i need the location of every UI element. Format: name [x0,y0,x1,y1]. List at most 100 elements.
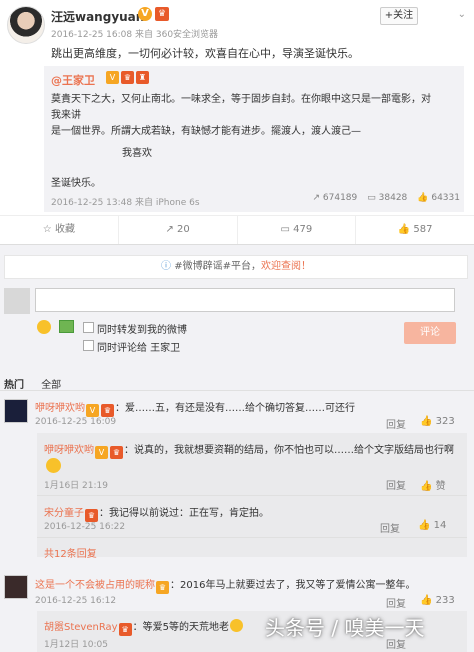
forward-button[interactable]: ↗ 20 [119,216,238,244]
repost-stats: ↗ 674189 ▭ 38428 👍 64331 [313,193,461,203]
comment-like-button[interactable]: 👍 323 [420,416,455,427]
divider [37,495,467,496]
comment-to-checkbox[interactable] [83,340,94,351]
like-button[interactable]: 👍 587 [356,216,474,244]
repost-line: 莫貴天下之大，又何止南北。一味求全，等于固步自封。在你眼中这只是一部電影，对我来… [51,94,431,121]
comment-like-button[interactable]: 👍 233 [420,595,455,606]
submit-comment-button[interactable]: 评论 [404,322,456,344]
comment-text: 咿呀咿欢哟 V ♛ ：爱……五，有还是没有……给个确切答复……可还行 [35,399,355,417]
like-icon: 👍 [417,193,432,203]
reply-text: 宋分童子 ♛ ：我记得以前说过：正在写，肯定拍。 [44,504,269,522]
repost-badges: V ♛ ♜ [106,71,151,84]
reply-button[interactable]: 回复 [386,595,406,610]
comment-text: 这是一个不会被占用的昵称 ♛ ：2016年马上就要过去了，我又等了爱情公寓一整年。 [35,576,415,594]
comment-time: 2016-12-25 16:12 [35,596,117,606]
reply-like-button[interactable]: 👍 14 [418,520,446,531]
emoji-icon[interactable] [37,320,51,334]
repost-like-count[interactable]: 👍 64331 [417,193,460,203]
repost-time[interactable]: 2016-12-25 13:48 [51,198,132,208]
source-prefix: 来自 [134,198,153,208]
comment-tabs: 热门 全部 [4,376,61,391]
repost-forward-count[interactable]: ↗ 674189 [313,193,358,203]
repost-checkbox[interactable] [83,322,94,333]
like-count: 64331 [431,193,460,203]
repost-author[interactable]: @王家卫 [51,72,95,88]
replier-name[interactable]: 宋分童子 [44,508,84,519]
favorite-button[interactable]: ☆ 收藏 [0,216,119,244]
chevron-down-icon[interactable]: ⌄ [458,9,466,20]
repost-line: 是一個世界。所謂大成若缺，有缺憾才能有进步。擺渡人，渡人渡己— [51,126,361,137]
reply-body: ：我记得以前说过：正在写，肯定拍。 [99,508,269,519]
commenter-name[interactable]: 这是一个不会被占用的昵称 [35,580,155,591]
comment-count: 38428 [378,193,408,203]
member-icon: ♛ [118,623,132,636]
like-icon: 👍 [418,520,434,531]
badge-icon: ♛ [156,581,169,594]
info-icon: ⓘ [161,261,175,272]
divider [37,537,467,538]
repost-line: 圣诞快乐。 [51,178,101,189]
follow-button[interactable]: +关注 [380,7,418,25]
post-time[interactable]: 2016-12-25 16:08 [51,30,132,40]
comment-icon: ▭ [367,193,379,203]
comment-body: ：2016年马上就要过去了，我又等了爱情公寓一整年。 [170,580,416,591]
reply-time: 1月16日 21:19 [44,481,108,491]
source-prefix: 来自 [134,30,153,40]
repost-source: iPhone 6s [155,198,200,208]
reply-text: 胡嚣StevenRay ♛ ：等爱5等的天荒地老 [44,618,244,636]
action-bar: ☆ 收藏 ↗ 20 ▭ 479 👍 587 [0,215,474,245]
like-icon: 👍 [420,481,436,492]
reply-body: ：说真的，我就想要资鞘的结局，你不怕也可以……给个文字版结局也行啊 [124,445,454,456]
comment-to-label: 同时评论给 王家卫 [97,343,181,354]
my-avatar [4,288,30,314]
weibo-post-card: 汪远wangyuan V ♛ +关注 ⌄ 2016-12-25 16:08 来自… [0,0,474,652]
reply-time: 2016-12-25 16:22 [44,522,126,532]
commenter-avatar[interactable] [4,399,28,423]
commenter-name[interactable]: 咿呀咿欢哟 [35,403,85,414]
author-avatar[interactable] [7,6,45,44]
badge-icon: V [86,404,99,417]
crown-icon: ♛ [155,7,169,21]
comment-panel: ⓘ #微博辟谣#平台，欢迎查阅！ 同时转发到我的微博 同时评论给 王家卫 评论 … [0,245,474,652]
notice-link[interactable]: 欢迎查阅！ [261,261,311,272]
member-icon: ♛ [110,446,123,459]
reply-like-button[interactable]: 👍 赞 [420,477,446,492]
comment-body: ：爱……五，有还是没有……给个确切答复……可还行 [115,403,355,414]
commenter-avatar[interactable] [4,575,28,599]
like-icon: 👍 [420,416,436,427]
reply-button[interactable]: 回复 [380,520,400,535]
image-icon[interactable] [59,320,74,333]
reply-button[interactable]: 回复 [386,416,406,431]
comment-time: 2016-12-25 16:09 [35,417,117,427]
reply-body: ：等爱5等的天荒地老 [132,622,229,633]
reply-time: 1月12日 10:05 [44,640,108,650]
author-name[interactable]: 汪远wangyuan [51,8,144,25]
comment-input[interactable] [35,288,455,312]
replier-name[interactable]: 咿呀咿欢哟 [44,445,94,456]
repost-text: 莫貴天下之大，又何止南北。一味求全，等于固步自封。在你眼中这只是一部電影，对我来… [51,92,431,140]
member-icon: ♛ [101,404,114,417]
repost-line: 我喜欢 [122,148,152,159]
crown-icon: ♜ [136,71,149,84]
emoji-icon [229,619,243,632]
member-icon: ♛ [85,509,98,522]
comment-button[interactable]: ▭ 479 [238,216,357,244]
member-icon: ♛ [121,71,134,84]
reposted-content: @王家卫 V ♛ ♜ 莫貴天下之大，又何止南北。一味求全，等于固步自封。在你眼中这只… [44,66,464,212]
like-count: 233 [435,595,455,606]
post-text: 跳出更高维度，一切何必计较，欢喜自在心中，导演圣诞快乐。 [51,47,359,60]
like-count: 323 [435,416,455,427]
verified-icon: V [106,71,119,84]
forward-count: 674189 [322,193,358,203]
forward-icon: ↗ [312,193,323,203]
like-icon: 👍 [420,595,436,606]
post-source: 360安全浏览器 [155,30,219,40]
repost-meta: 2016-12-25 13:48 来自 iPhone 6s [51,195,200,208]
reply-text: 咿呀咿欢哟 V ♛ ：说真的，我就想要资鞘的结局，你不怕也可以……给个文字版结局也行啊 [44,441,454,459]
replier-name[interactable]: 胡嚣StevenRay [44,622,118,633]
repost-comment-count[interactable]: ▭ 38428 [367,193,407,203]
rumor-notice: ⓘ #微博辟谣#平台，欢迎查阅！ [4,255,468,279]
post-meta: 2016-12-25 16:08 来自 360安全浏览器 [51,27,218,40]
reply-button[interactable]: 回复 [386,477,406,492]
more-replies-link[interactable]: 共12条回复 [44,545,97,560]
